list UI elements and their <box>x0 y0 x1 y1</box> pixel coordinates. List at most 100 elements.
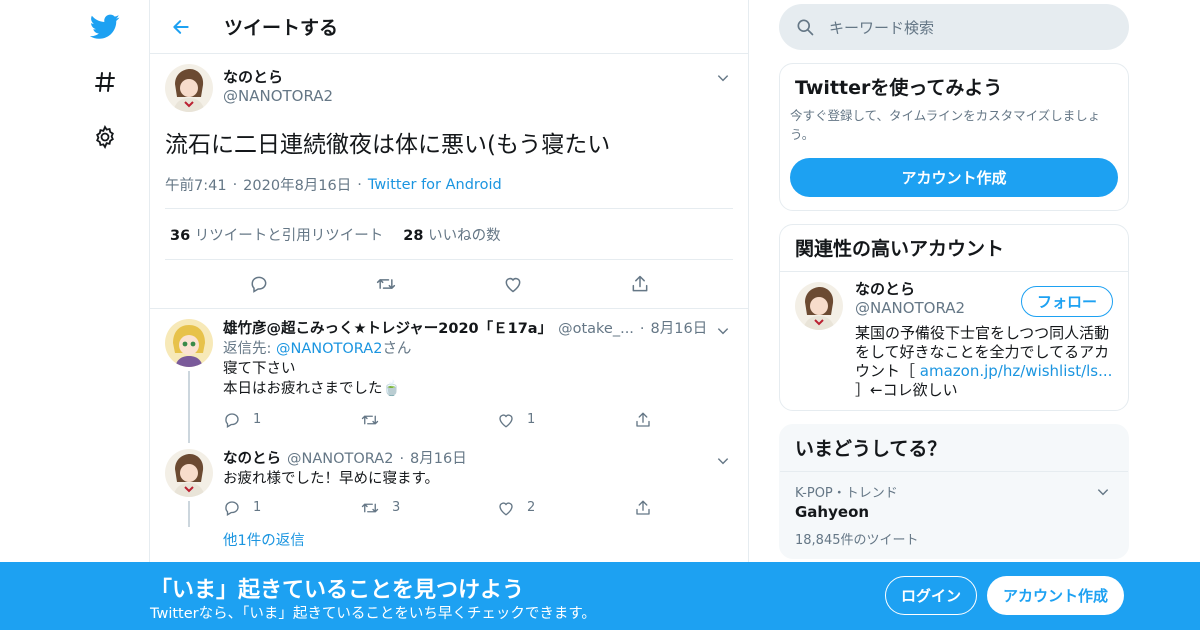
reply-tweet[interactable]: なのとら @NANOTORA2 · 8月16日 お疲れ様でした！早めに寝ます。 … <box>150 431 748 551</box>
reply-author-name[interactable]: 雄竹彦@超こみっく★トレジャー2020「Ｅ17a」 <box>223 319 552 339</box>
share-icon <box>636 500 650 515</box>
retweet-action[interactable] <box>360 411 497 429</box>
tweet-meta: 午前7:41 · 2020年8月16日 · Twitter for Androi… <box>165 174 733 195</box>
search-input[interactable]: キーワード検索 <box>829 17 934 38</box>
reply-actions: 1 3 2 <box>223 497 771 519</box>
like-action[interactable]: 1 <box>497 410 634 430</box>
reply-action[interactable]: 1 <box>223 498 360 518</box>
reply-tweet[interactable]: 雄竹彦@超こみっく★トレジャー2020「Ｅ17a」 @otake_... · 8… <box>150 309 748 443</box>
retweets-count: 36 <box>170 227 191 244</box>
heart-icon <box>499 414 513 428</box>
avatar[interactable] <box>795 282 843 330</box>
back-arrow-icon[interactable] <box>166 12 196 42</box>
right-column: キーワード検索 Twitterを使ってみよう 今すぐ登録して、タイムラインをカス… <box>779 0 1129 559</box>
reply-actions: 1 1 <box>223 409 771 431</box>
share-icon[interactable] <box>628 272 652 296</box>
heart-icon <box>499 502 513 516</box>
tweet-date[interactable]: 2020年8月16日 <box>243 174 351 195</box>
trend-count: 18,845件のツイート <box>795 533 919 548</box>
tweet-time[interactable]: 午前7:41 <box>165 174 227 195</box>
meta-separator: · <box>357 176 362 193</box>
twitter-bird-icon[interactable] <box>90 12 120 42</box>
meta-separator: · <box>232 176 238 193</box>
gear-icon[interactable] <box>90 122 120 152</box>
meta-separator: · <box>399 451 405 467</box>
author-name[interactable]: なのとら <box>223 68 333 86</box>
chevron-down-icon[interactable] <box>713 68 733 88</box>
reply-action[interactable]: 1 <box>223 410 360 430</box>
bio-link[interactable]: amazon.jp/hz/wishlist/ls... <box>920 362 1113 380</box>
login-button[interactable]: ログイン <box>885 576 977 615</box>
reply-author-name[interactable]: なのとら <box>223 449 281 469</box>
reply-icon <box>225 501 239 516</box>
hashtag-icon[interactable] <box>90 67 120 97</box>
related-accounts-card: 関連性の高いアカウント なのとら @NANOTORA2 某国の予備役下士官をしつ… <box>779 224 1129 411</box>
reply-icon[interactable] <box>247 272 271 296</box>
search-icon <box>797 19 814 36</box>
author-handle[interactable]: @NANOTORA2 <box>223 86 333 106</box>
banner-title: 「いま」起きていることを見つけよう <box>150 578 525 603</box>
reply-date[interactable]: 8月16日 <box>410 449 467 469</box>
signup-button[interactable]: アカウント作成 <box>987 576 1124 615</box>
trends-title: いまどうしてる？ <box>780 425 1128 472</box>
main-tweet: なのとら @NANOTORA2 流石に二日連続徹夜は体に悪い(もう寝たい 午前7… <box>150 54 748 308</box>
like-action[interactable]: 2 <box>497 498 634 518</box>
reply-to-suffix: さん <box>382 341 412 357</box>
likes-stat[interactable]: 28 いいねの数 <box>403 224 500 245</box>
reply-to-label: 返信先: <box>223 341 272 357</box>
follow-button[interactable]: フォロー <box>1021 286 1113 317</box>
related-account[interactable]: なのとら @NANOTORA2 某国の予備役下士官をしつつ同人活動をして好きなこ… <box>780 272 1128 410</box>
avatar[interactable] <box>165 449 213 497</box>
search-box[interactable]: キーワード検索 <box>779 4 1129 50</box>
tweet-source[interactable]: Twitter for Android <box>368 177 502 193</box>
trend-context: K-POP・トレンド <box>795 486 898 501</box>
retweet-count: 3 <box>392 500 401 515</box>
more-replies-link[interactable]: 他1件の返信 <box>223 531 771 551</box>
retweets-stat[interactable]: 36 リツイートと引用リツイート <box>170 224 383 245</box>
like-count: 2 <box>527 500 536 515</box>
trend-name: Gahyeon <box>795 503 870 521</box>
reply-text-line: 寝て下さい <box>223 361 296 377</box>
share-action[interactable] <box>634 499 771 517</box>
create-account-button[interactable]: アカウント作成 <box>790 158 1118 197</box>
share-action[interactable] <box>634 411 771 429</box>
reply-count: 1 <box>253 500 262 515</box>
chevron-down-icon[interactable] <box>713 321 733 341</box>
likes-count: 28 <box>403 227 424 244</box>
related-title: 関連性の高いアカウント <box>780 225 1128 272</box>
trend-item[interactable]: K-POP・トレンド Gahyeon 18,845件のツイート <box>780 472 1128 558</box>
reply-author-handle[interactable]: @otake_... <box>558 319 634 339</box>
top-bar: ツイートする <box>150 0 748 54</box>
signup-card-subtitle: 今すぐ登録して、タイムラインをカスタマイズしましょう。 <box>790 108 1101 142</box>
chevron-down-icon[interactable] <box>1093 482 1113 502</box>
share-icon <box>636 412 650 427</box>
avatar[interactable] <box>165 64 213 112</box>
heart-icon[interactable] <box>501 272 525 296</box>
reply-author-handle[interactable]: @NANOTORA2 <box>287 449 393 469</box>
retweets-label: リツイートと引用リツイート <box>194 227 384 244</box>
page-title: ツイートする <box>224 17 339 39</box>
reply-to-line: 返信先: @NANOTORA2さん <box>223 339 771 359</box>
thread-line <box>188 501 190 527</box>
reply-date[interactable]: 8月16日 <box>651 319 708 339</box>
bio-text: ］←コレ欲しい <box>855 381 958 399</box>
meta-separator: · <box>639 321 645 337</box>
reply-count: 1 <box>253 412 262 427</box>
signup-banner: 「いま」起きていることを見つけよう Twitterなら、「いま」起きていることを… <box>0 562 1200 630</box>
tweet-actions <box>165 260 733 308</box>
banner-subtitle: Twitterなら、「いま」起きていることをいち早くチェックできます。 <box>150 606 596 622</box>
signup-card: Twitterを使ってみよう 今すぐ登録して、タイムラインをカスタマイズしましょ… <box>779 63 1129 211</box>
page: ツイートする なのとら @NANOTORA2 流石に二日連続徹夜は体に悪い(もう… <box>0 0 1200 630</box>
tweet-text: 流石に二日連続徹夜は体に悪い(もう寝たい <box>165 132 611 158</box>
retweet-icon <box>361 503 379 513</box>
left-nav <box>0 0 150 630</box>
related-bio: 某国の予備役下士官をしつつ同人活動をして好きなことを全力でしてるアカウント［ a… <box>855 324 1113 400</box>
retweet-action[interactable]: 3 <box>360 498 497 518</box>
avatar[interactable] <box>165 319 213 367</box>
retweet-icon[interactable] <box>374 272 398 296</box>
reply-to-handle[interactable]: @NANOTORA2 <box>276 341 382 357</box>
tweet-stats: 36 リツイートと引用リツイート 28 いいねの数 <box>165 209 733 259</box>
reply-text-line: お疲れ様でした！早めに寝ます。 <box>223 471 440 487</box>
chevron-down-icon[interactable] <box>713 451 733 471</box>
likes-label: いいねの数 <box>428 227 501 244</box>
